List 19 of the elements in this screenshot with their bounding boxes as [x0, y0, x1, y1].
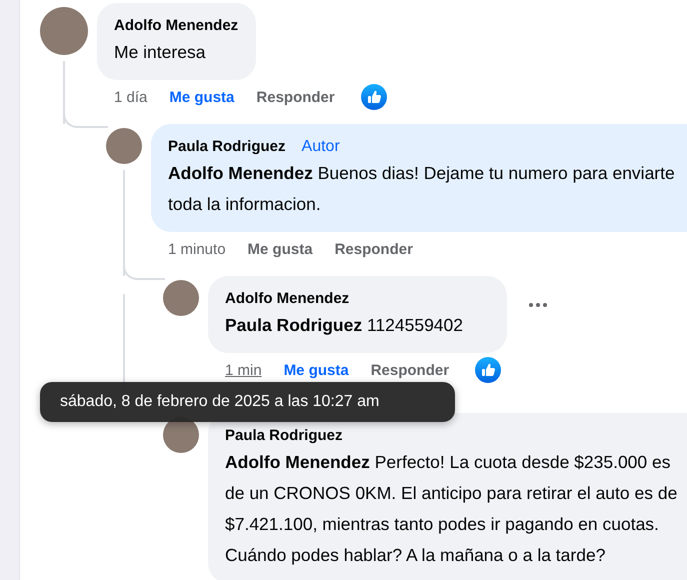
reply-link[interactable]: Responder [370, 362, 450, 378]
reply-link[interactable]: Responder [334, 240, 413, 258]
comment-time[interactable]: 1 minuto [168, 240, 226, 258]
comment-time[interactable]: 1 min [225, 362, 262, 378]
author-label: Autor [302, 137, 340, 157]
reply-link[interactable]: Responder [256, 88, 335, 106]
like-link[interactable]: Me gusta [284, 362, 349, 378]
like-link[interactable]: Me gusta [248, 240, 313, 258]
like-link[interactable]: Me gusta [169, 88, 234, 106]
comment-text: Adolfo Menendez Buenos dias! Dejame tu numero para enviarte toda la informacion. [168, 162, 676, 216]
comment-time[interactable]: 1 día [114, 88, 148, 106]
comment-text: Paula Rodriguez 1124559402 [225, 314, 464, 337]
author-name[interactable]: Adolfo Menendez [225, 288, 350, 310]
date-tooltip: sábado, 8 de febrero de 2025 a las 10:27 am [40, 382, 455, 422]
comment-text: Adolfo Menendez Perfecto! La cuota desde $235.000 es de un CRONOS 0KM. El anticipo para retirar el auto es de $7.421.100, mientras tanto podes ir pagando en cuotas. Cuándo podes hablar? A la mañana o a la tarde? [225, 451, 678, 567]
comment-text: Me interesa [114, 41, 206, 64]
author-name[interactable]: Paula Rodriguez [225, 425, 343, 447]
author-name[interactable]: Adolfo Menendez [114, 15, 238, 37]
author-name[interactable]: Paula Rodriguez [168, 136, 286, 158]
